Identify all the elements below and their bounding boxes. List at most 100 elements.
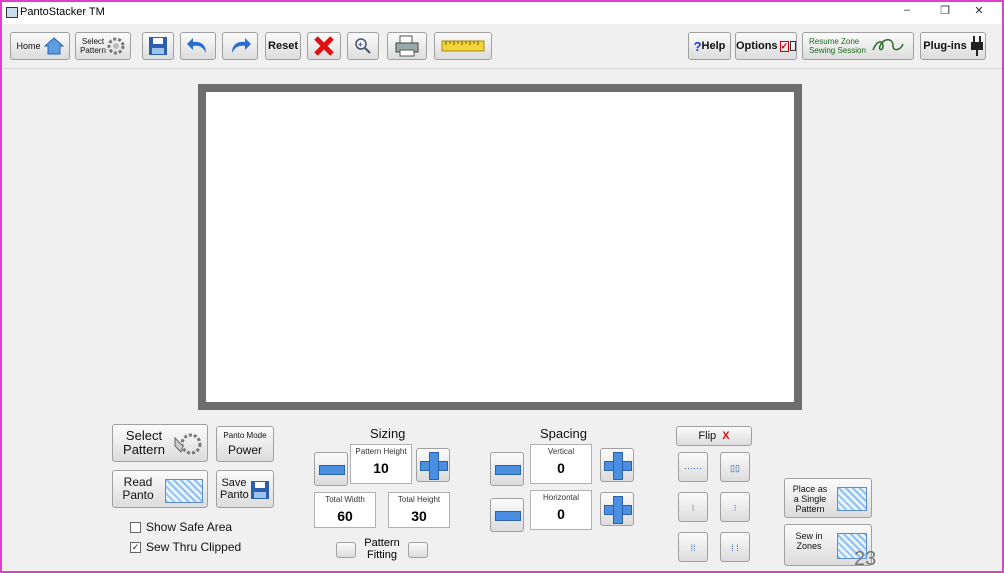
place-single-label: Place as a Single Pattern: [792, 484, 828, 514]
panto-mode-caption: Panto Mode: [223, 431, 267, 440]
resume-zone-label: Resume Zone Sewing Session: [809, 37, 866, 55]
layout-columns-button[interactable]: ▯▯: [720, 452, 750, 482]
measure-button[interactable]: [434, 32, 492, 60]
total-height-field[interactable]: Total Height 30: [388, 492, 450, 528]
magnifier-icon: +: [355, 38, 371, 54]
total-height-caption: Total Height: [397, 495, 441, 504]
select-pattern-text: Select Pattern: [123, 428, 165, 457]
place-single-pattern-button[interactable]: Place as a Single Pattern: [784, 478, 872, 518]
show-safe-area-label: Show Safe Area: [146, 520, 233, 534]
sew-thru-clipped-label: Sew Thru Clipped: [146, 540, 242, 554]
pattern-height-caption: Pattern Height: [355, 447, 407, 456]
sew-thru-clipped-box: ✓: [130, 541, 141, 553]
app-window: PantoStacker TM – ❐ ✕ Home Select Patter…: [0, 0, 1004, 573]
vertical-spacing-caption: Vertical: [547, 447, 575, 456]
options-empty-checkbox-icon: [790, 41, 796, 51]
help-mark: ?: [693, 38, 702, 54]
restore-button[interactable]: ❐: [930, 4, 960, 20]
layout-vertical-alt-icon: ⁞ ⁞: [731, 543, 739, 553]
pattern-canvas-frame: [198, 84, 802, 410]
undo-button[interactable]: [180, 32, 216, 60]
layout-rows-icon: ⋯⋯: [684, 463, 702, 473]
layout-offset-left-button[interactable]: ⁝: [678, 492, 708, 522]
options-label: Options: [736, 40, 778, 52]
minus-icon: [495, 465, 521, 475]
pattern-canvas[interactable]: [206, 92, 794, 402]
horizontal-spacing-increase-button[interactable]: [600, 492, 634, 526]
panto-mode-button[interactable]: Panto Mode Power: [216, 426, 274, 462]
plug-icon: [970, 36, 983, 56]
sew-in-zones-label: Sew in Zones: [795, 531, 823, 551]
home-label: Home: [16, 41, 41, 51]
total-width-field[interactable]: Total Width 60: [314, 492, 376, 528]
options-button[interactable]: Options ✓: [735, 32, 797, 60]
save-toolbar-button[interactable]: [142, 32, 174, 60]
stitch-loop-icon: [872, 39, 904, 51]
gear-icon: [107, 37, 125, 55]
printer-icon: [395, 35, 419, 57]
horizontal-spacing-field[interactable]: Horizontal 0: [530, 490, 592, 530]
horizontal-spacing-caption: Horizontal: [542, 493, 579, 502]
horizontal-spacing-decrease-button[interactable]: [490, 498, 524, 532]
horizontal-spacing-value: 0: [557, 506, 565, 522]
pattern-height-field[interactable]: Pattern Height 10: [350, 444, 412, 484]
home-button[interactable]: Home: [10, 32, 70, 60]
read-panto-text: Read Panto: [122, 475, 154, 502]
minimize-button[interactable]: –: [892, 4, 922, 20]
plugins-button[interactable]: Plug-ins: [920, 32, 986, 60]
sizing-title: Sizing: [370, 426, 406, 441]
title-bar: PantoStacker TM – ❐ ✕: [2, 2, 1002, 24]
minus-icon: [495, 511, 521, 521]
house-icon: [43, 37, 64, 55]
reset-button[interactable]: Reset: [265, 32, 301, 60]
select-pattern-button[interactable]: Select Pattern: [112, 424, 208, 462]
layout-offset-right-button[interactable]: ⁝: [720, 492, 750, 522]
show-safe-area-checkbox[interactable]: Show Safe Area: [130, 520, 232, 534]
toolbar: Home Select Pattern Reset + ? Help Optio…: [2, 24, 1002, 69]
pattern-fitting-left-button[interactable]: [336, 542, 356, 558]
pattern-fitting-right-button[interactable]: [408, 542, 428, 558]
svg-text:+: +: [358, 40, 363, 49]
zoom-button[interactable]: +: [347, 32, 379, 60]
pattern-fitting-label: Pattern Fitting: [364, 537, 400, 561]
floppy-disk-icon: [251, 481, 269, 499]
vertical-spacing-field[interactable]: Vertical 0: [530, 444, 592, 484]
flip-label: Flip: [698, 430, 717, 442]
window-title: PantoStacker TM: [20, 6, 105, 18]
read-panto-button[interactable]: Read Panto: [112, 470, 208, 508]
print-button[interactable]: [387, 32, 427, 60]
ruler-icon: [441, 40, 485, 52]
sew-thru-clipped-checkbox[interactable]: ✓ Sew Thru Clipped: [130, 540, 241, 554]
vertical-spacing-increase-button[interactable]: [600, 448, 634, 482]
quilt-pattern-icon: [837, 487, 867, 511]
vertical-spacing-decrease-button[interactable]: [490, 452, 524, 486]
pattern-height-increase-button[interactable]: [416, 448, 450, 482]
help-button[interactable]: ? Help: [688, 32, 731, 60]
layout-vertical-alt-button[interactable]: ⁞ ⁞: [720, 532, 750, 562]
page-number: 23: [854, 548, 877, 570]
delete-button[interactable]: [307, 32, 341, 60]
layout-vertical-button[interactable]: ⁞⁞: [678, 532, 708, 562]
total-width-value: 60: [337, 508, 353, 524]
red-x-icon: [314, 36, 334, 56]
layout-columns-icon: ▯▯: [730, 463, 740, 473]
app-icon: [6, 7, 18, 18]
total-height-value: 30: [411, 508, 427, 524]
hand-gear-icon: [174, 433, 202, 455]
layout-rows-button[interactable]: ⋯⋯: [678, 452, 708, 482]
save-panto-button[interactable]: Save Panto: [216, 470, 274, 508]
floppy-disk-icon: [149, 37, 167, 55]
close-window-button[interactable]: ✕: [964, 4, 994, 20]
layout-offset-right-icon: ⁝: [733, 503, 737, 513]
spacing-title: Spacing: [540, 426, 587, 441]
plugins-label: Plug-ins: [923, 40, 967, 52]
flip-button[interactable]: Flip X: [676, 426, 752, 446]
pattern-height-value: 10: [373, 460, 389, 476]
select-pattern-toolbar-button[interactable]: Select Pattern: [75, 32, 131, 60]
quilt-pattern-icon: [165, 479, 203, 503]
resume-zone-button[interactable]: Resume Zone Sewing Session: [802, 32, 914, 60]
select-pattern-label: Select Pattern: [80, 37, 106, 55]
save-panto-text: Save Panto: [220, 477, 249, 501]
redo-button[interactable]: [222, 32, 258, 60]
pattern-height-decrease-button[interactable]: [314, 452, 348, 486]
